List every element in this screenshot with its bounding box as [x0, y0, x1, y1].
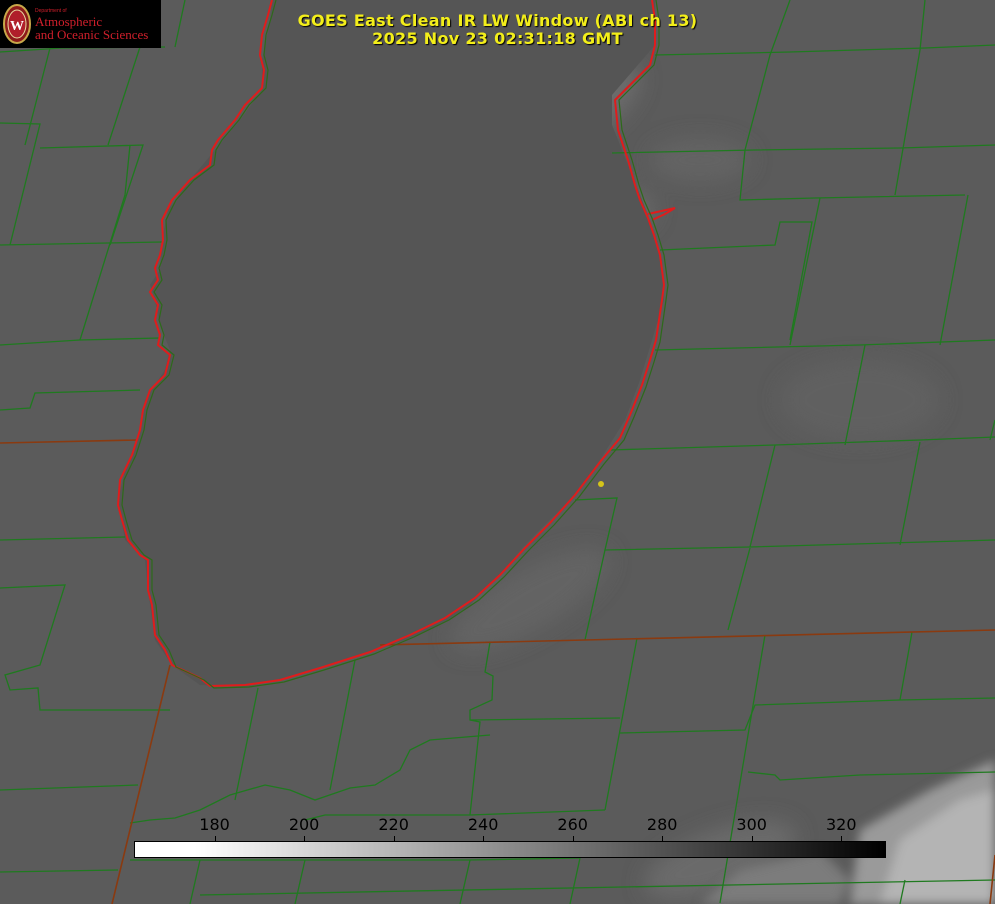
colorbar-tick-label: 300	[736, 815, 767, 834]
image-timestamp: 2025 Nov 23 02:31:18 GMT	[372, 29, 623, 48]
satellite-map	[0, 0, 995, 904]
colorbar-tick-label: 320	[825, 815, 857, 834]
colorbar-tick-label: 260	[557, 815, 588, 834]
colorbar-tick-mark	[483, 836, 485, 841]
colorbar	[134, 841, 886, 858]
colorbar-tick-mark	[751, 836, 753, 841]
colorbar-tick-mark	[393, 836, 395, 841]
colorbar-tick-label: 200	[288, 815, 320, 834]
colorbar-tick-mark	[662, 836, 664, 841]
image-title: GOES East Clean IR LW Window (ABI ch 13)	[297, 11, 698, 30]
location-marker	[598, 481, 604, 487]
colorbar-tick-label: 220	[378, 815, 409, 834]
colorbar-tick-mark	[841, 836, 843, 841]
colorbar-tick-label: 180	[199, 815, 230, 834]
colorbar-tick-label: 240	[467, 815, 499, 834]
colorbar-tick-label: 280	[646, 815, 678, 834]
colorbar-tick-mark	[214, 836, 216, 841]
colorbar-tick-mark	[572, 836, 574, 841]
colorbar-tick-mark	[304, 836, 306, 841]
